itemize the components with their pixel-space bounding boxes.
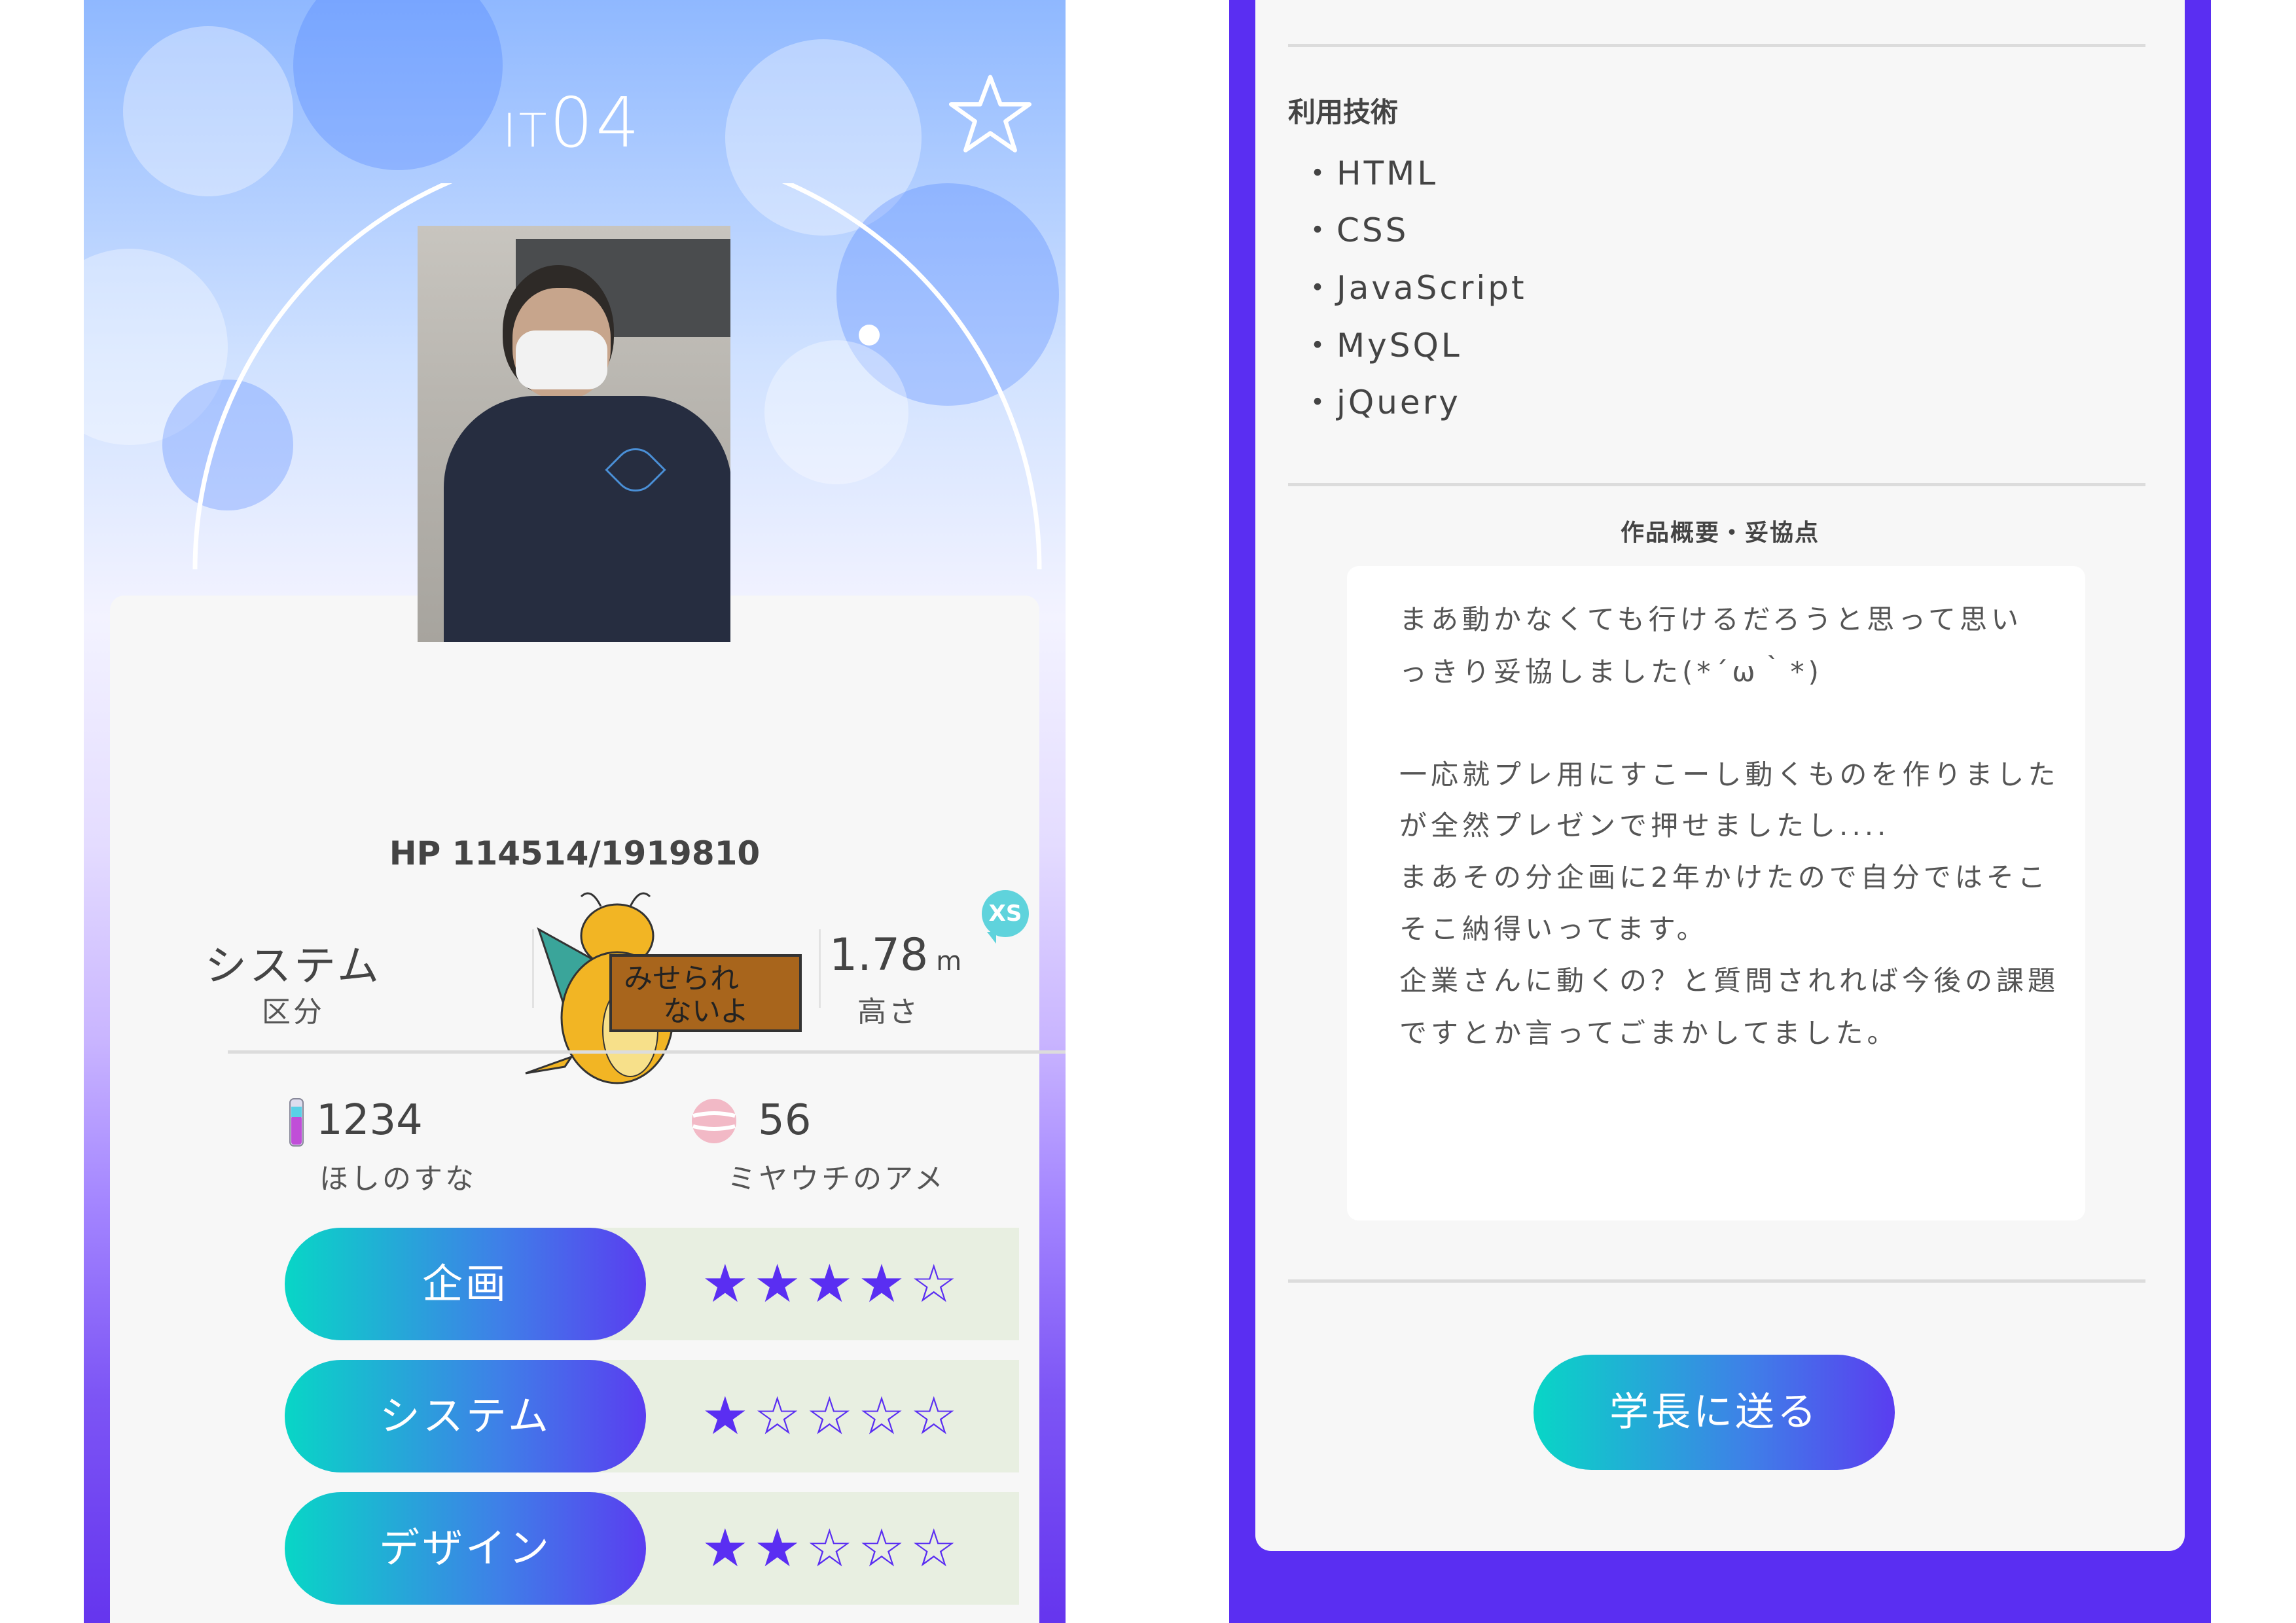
sticker-text-2: ないよ: [663, 995, 749, 1028]
dragonite-sticker-icon: みせられ ないよ: [525, 892, 802, 1084]
candy-label: ミヤウチのアメ: [727, 1162, 946, 1196]
height-number: 1.78: [829, 929, 929, 981]
divider: [1288, 44, 2145, 47]
description-box: まあ動かなくても行けるだろうと思って思い っきり妥協しました(*´ω｀*) 一応…: [1347, 566, 2085, 1221]
description-line: まあその分企画に2年かけたので自分ではそこ: [1399, 861, 2049, 893]
tech-title: 利用技術: [1288, 96, 1399, 128]
title-number: 04: [549, 83, 643, 163]
candy-icon: [692, 1099, 736, 1143]
description-title: 作品概要・妥協点: [1620, 520, 1820, 546]
divider: [228, 1050, 1066, 1054]
description-line: 一応就プレ用にすこーし動くものを作りました: [1399, 758, 2060, 791]
description-line: ですとか言ってごまかしてました。: [1399, 1017, 1899, 1049]
title-prefix: IT: [503, 104, 550, 158]
stardust-label: ほしのすな: [319, 1162, 476, 1196]
skill-row-design: デザイン ★★☆☆☆: [285, 1492, 1019, 1605]
skill-row-planning: 企画 ★★★★☆: [285, 1228, 1019, 1340]
category-label: 区分: [262, 995, 325, 1029]
size-badge: XS: [982, 890, 1029, 944]
bokeh-bg: [293, 0, 503, 170]
sticker-text-1: みせられ: [624, 962, 739, 995]
description-line: 企業さんに動くの？と質問されれば今後の課題: [1399, 965, 2060, 997]
tech-item: ・JavaScript: [1301, 269, 1527, 307]
description-line: が全然プレゼンで押せましたし....: [1399, 810, 1890, 842]
left-screen: IT04 ハヤシ マシュウ HP 114514/1919810 システム 区分 …: [84, 0, 1066, 1623]
skill-stars: ★☆☆☆☆: [702, 1385, 963, 1446]
stardust-value: 1234: [316, 1096, 423, 1145]
height-label: 高さ: [857, 995, 920, 1029]
bokeh-bg: [123, 26, 293, 196]
divider: [1288, 1279, 2145, 1283]
student-photo: [418, 226, 730, 642]
skill-label: 企画: [285, 1228, 646, 1340]
description-line: そこ納得いってます。: [1399, 913, 1708, 945]
skill-label: システム: [285, 1360, 646, 1472]
hp-text: HP 114514/1919810: [389, 834, 761, 872]
description-line: っきり妥協しました(*´ω｀*): [1399, 656, 1823, 688]
skill-row-system: システム ★☆☆☆☆: [285, 1360, 1019, 1472]
detail-card: 利用技術 ・HTML ・CSS ・JavaScript ・MySQL ・jQue…: [1255, 0, 2185, 1551]
tech-item: ・HTML: [1301, 154, 1439, 192]
skill-label: デザイン: [285, 1492, 646, 1605]
height-unit: m: [936, 946, 962, 976]
page-title: IT04: [503, 84, 764, 162]
tech-item: ・jQuery: [1301, 383, 1461, 421]
description-line: まあ動かなくても行けるだろうと思って思い: [1399, 603, 2023, 635]
candy-value: 56: [758, 1096, 812, 1145]
stardust-vial-icon: [289, 1098, 304, 1147]
right-screen: 利用技術 ・HTML ・CSS ・JavaScript ・MySQL ・jQue…: [1229, 0, 2211, 1623]
tech-item: ・MySQL: [1301, 327, 1462, 365]
divider: [1288, 483, 2145, 486]
tech-item: ・CSS: [1301, 211, 1409, 249]
height-value: 1.78 m: [797, 929, 994, 981]
skill-stars: ★★★★☆: [702, 1253, 963, 1314]
send-to-president-button[interactable]: 学長に送る: [1534, 1355, 1895, 1470]
skill-stars: ★★☆☆☆: [702, 1518, 963, 1578]
category-value: システム: [204, 942, 382, 991]
favorite-star-icon[interactable]: [948, 72, 1033, 157]
